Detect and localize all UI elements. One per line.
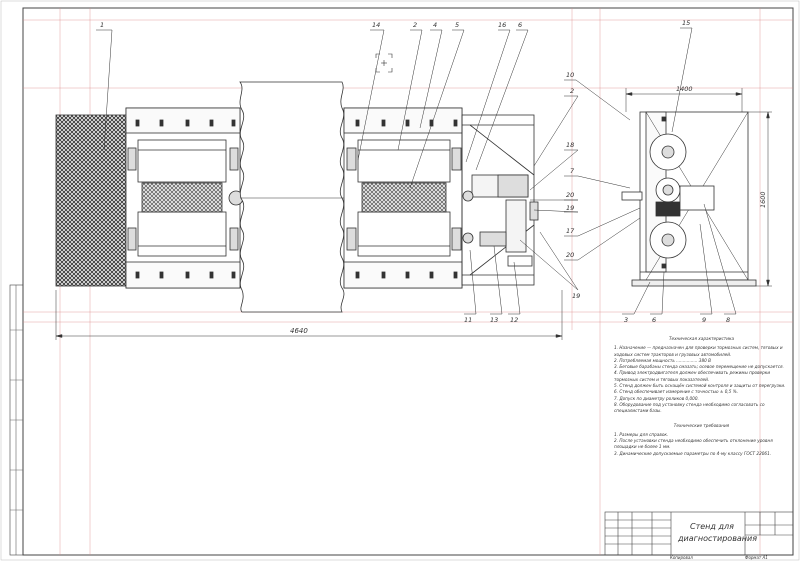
left-rollers: [137, 139, 227, 257]
tech-item-8: 8. Оборудование под установку стенда нео…: [614, 401, 765, 414]
callout-20b: 20: [566, 251, 574, 259]
tech-title: Техническая характеристика: [668, 336, 735, 341]
left-roller-mesh: [141, 182, 223, 213]
callout-5: 5: [455, 21, 459, 29]
callout-17: 17: [566, 227, 575, 235]
callout-11: 11: [464, 316, 472, 324]
drawing-sheet: 4640 1400 1600 1 14 2 4 5 16 6 10 2 18 7…: [0, 0, 800, 561]
callout-16: 16: [498, 21, 506, 29]
callout-7: 7: [570, 167, 575, 175]
right-rollers: [357, 139, 451, 257]
callout-3: 3: [624, 316, 628, 324]
callout-12: 12: [510, 316, 518, 324]
right-roller-mesh: [361, 182, 447, 213]
side-view: [621, 111, 757, 287]
callout-4: 4: [433, 21, 437, 29]
title-name-line1: Стенд для: [690, 522, 734, 531]
left-roller-unit: [55, 107, 244, 289]
dim-overall-length: 4640: [290, 327, 308, 335]
requirements-title: Технические требования: [673, 422, 730, 428]
copied-label: Копировал: [670, 555, 693, 560]
requirement-2: 2. После установки стенда необходимо обе…: [614, 438, 773, 450]
callout-18: 18: [566, 141, 574, 149]
format-label: Формат А1: [745, 555, 768, 560]
tech-item-1: 1. Назначение — предназначен для проверк…: [614, 345, 783, 357]
side-stamp: [10, 329, 23, 511]
callout-10: 10: [566, 71, 574, 79]
callout-14: 14: [372, 21, 380, 29]
callout-1: 1: [100, 21, 104, 29]
callout-15: 15: [682, 19, 690, 27]
callout-19: 19: [566, 204, 574, 212]
callout-9: 9: [702, 316, 706, 324]
callout-19b: 19: [572, 292, 580, 300]
callout-8: 8: [726, 316, 730, 324]
title-name-line2: диагностирования: [677, 534, 757, 543]
right-roller-unit: [343, 107, 463, 289]
gearbox: [505, 199, 527, 253]
tech-item-4: 4. Привод электродвигателя должен обеспе…: [614, 370, 771, 382]
cursor-mark: [375, 53, 393, 73]
callout-6: 6: [518, 21, 522, 29]
break-region: [239, 81, 360, 313]
callout-2b: 2: [570, 87, 574, 95]
technical-specs: Техническая характеристика 1. Назначение…: [614, 334, 789, 457]
callout-13: 13: [490, 316, 498, 324]
dim-side-height: 1600: [759, 191, 767, 208]
callout-20: 20: [566, 191, 574, 199]
callout-2: 2: [413, 21, 417, 29]
requirement-3: 3. Динамические допускаемые параметры по…: [614, 450, 772, 456]
dim-side-width: 1400: [676, 85, 693, 93]
callout-6b: 6: [652, 316, 656, 324]
left-platform-grating: [55, 114, 127, 287]
